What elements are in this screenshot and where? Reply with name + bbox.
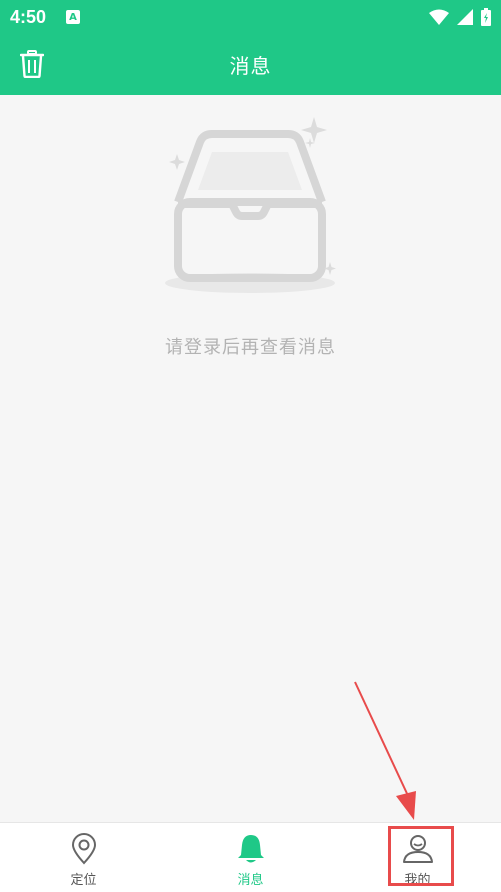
status-time: 4:50	[10, 6, 47, 27]
status-bar: 4:50 A	[0, 0, 501, 34]
tab-label: 我的	[404, 873, 431, 888]
tab-location[interactable]: 定位	[0, 823, 167, 892]
bottom-tab-bar: 定位 消息 我的	[0, 822, 501, 892]
bell-icon	[235, 833, 267, 865]
trash-icon	[20, 50, 44, 78]
wifi-icon	[429, 9, 449, 25]
empty-inbox-icon	[165, 117, 336, 293]
tab-messages[interactable]: 消息	[167, 823, 334, 892]
tab-mine[interactable]: 我的	[334, 823, 501, 892]
empty-message: 请登录后再查看消息	[165, 337, 336, 358]
battery-icon	[481, 8, 491, 26]
signal-icon	[457, 9, 473, 25]
tab-label: 消息	[237, 873, 264, 888]
app-bar: 消息	[0, 34, 501, 95]
location-pin-icon	[68, 833, 100, 865]
page-title: 消息	[229, 54, 272, 78]
user-icon	[402, 833, 434, 865]
a-icon: A	[66, 10, 81, 24]
annotation-arrow-icon	[354, 681, 416, 820]
tab-label: 定位	[70, 873, 97, 888]
status-icons	[429, 8, 491, 26]
delete-button[interactable]	[16, 48, 48, 80]
